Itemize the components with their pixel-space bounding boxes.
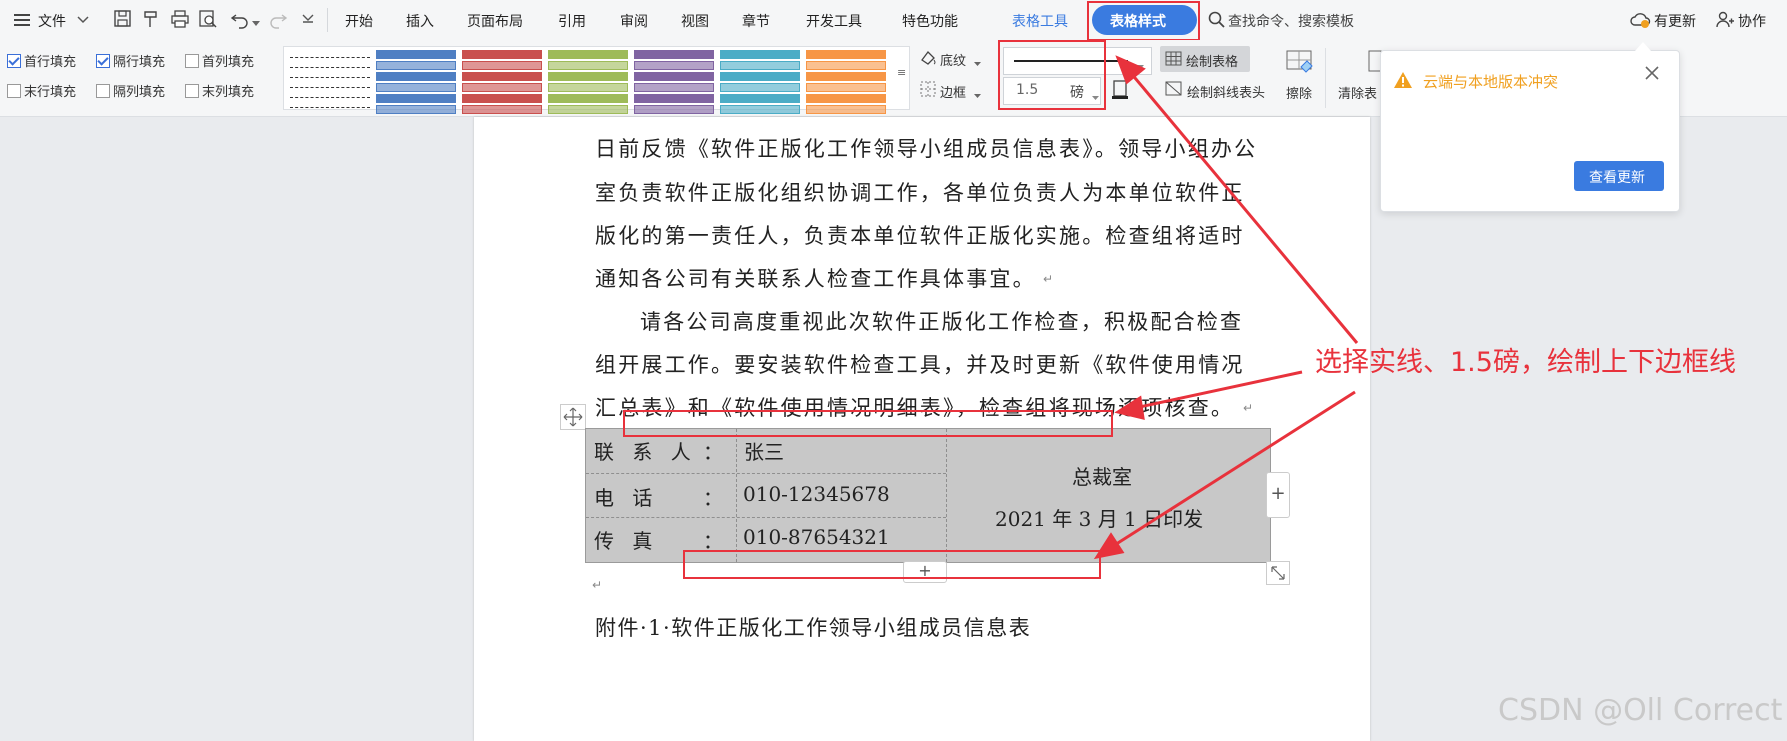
view-update-label: 查看更新 xyxy=(1589,170,1645,186)
arrow-head xyxy=(1093,532,1125,560)
arrow-to-line-settings xyxy=(1128,71,1359,344)
view-update-button[interactable]: 查看更新 xyxy=(1574,161,1664,191)
annotation-text: 选择实线、1.5磅，绘制上下边框线 xyxy=(1315,347,1736,378)
arrow-to-bottom-border xyxy=(1109,390,1356,550)
arrow-to-top-border xyxy=(1134,370,1303,410)
watermark: CSDN @Oll Correct xyxy=(1498,693,1783,728)
close-icon[interactable] xyxy=(1644,65,1660,85)
arrow-head xyxy=(1114,395,1145,420)
version-conflict-popup: 云端与本地版本冲突 查看更新 xyxy=(1380,50,1680,212)
popup-title: 云端与本地版本冲突 xyxy=(1423,73,1559,91)
warning-icon xyxy=(1393,71,1413,93)
arrow-head xyxy=(1115,55,1146,85)
popup-pointer xyxy=(1635,42,1651,51)
